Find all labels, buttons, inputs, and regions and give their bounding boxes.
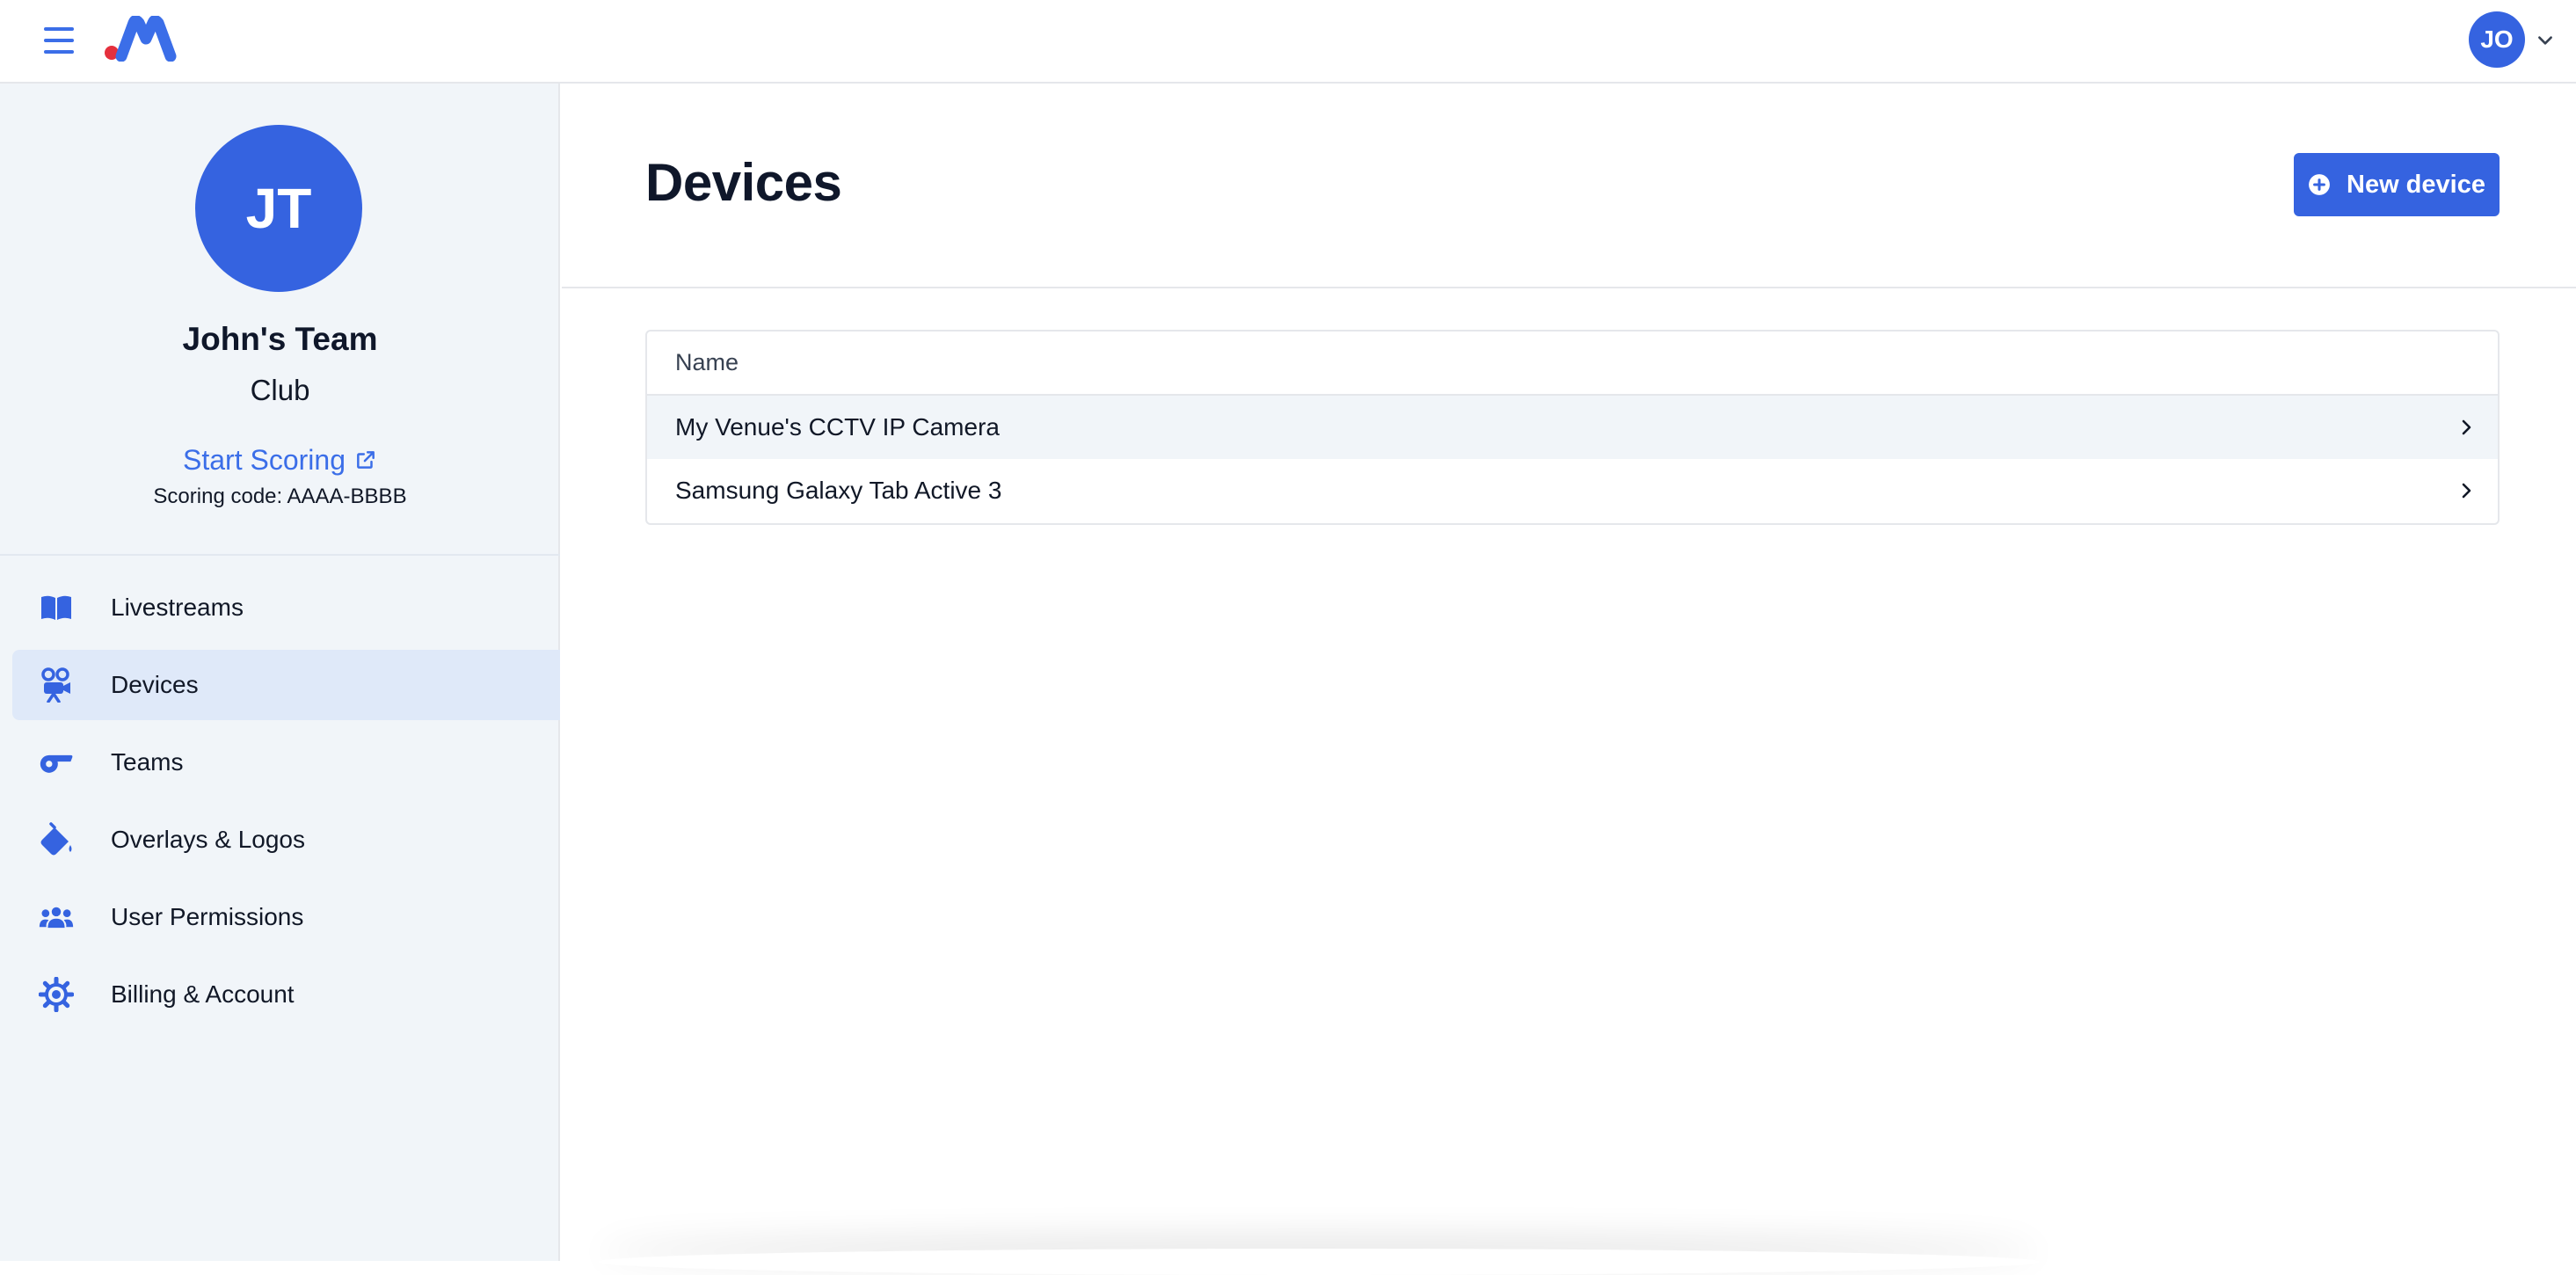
sidebar-item-label: Livestreams bbox=[111, 594, 244, 621]
device-name: My Venue's CCTV IP Camera bbox=[675, 413, 1000, 441]
sidebar: JT John's Team Club Start Scoring Scorin… bbox=[0, 84, 560, 1261]
sidebar-item-label: User Permissions bbox=[111, 903, 304, 930]
external-link-icon bbox=[357, 451, 375, 469]
plus-circle-icon bbox=[2309, 174, 2330, 195]
chevron-right-icon bbox=[2462, 483, 2471, 499]
sidebar-nav: Livestreams Devices Teams Overlays & Log… bbox=[12, 572, 560, 1037]
sidebar-item-billing-account[interactable]: Billing & Account bbox=[12, 959, 560, 1030]
chevron-right-icon bbox=[2462, 419, 2471, 435]
scoring-code: Scoring code: AAAA-BBBB bbox=[153, 484, 407, 508]
main-content: Devices New device Name My Venue's CCTV … bbox=[562, 84, 2576, 1261]
team-type: Club bbox=[250, 374, 310, 406]
device-name: Samsung Galaxy Tab Active 3 bbox=[675, 477, 1002, 504]
sidebar-item-user-permissions[interactable]: User Permissions bbox=[12, 882, 560, 952]
page-title: Devices bbox=[645, 153, 842, 212]
table-row[interactable]: Samsung Galaxy Tab Active 3 bbox=[647, 459, 2498, 522]
sidebar-item-teams[interactable]: Teams bbox=[12, 727, 560, 798]
sidebar-item-label: Overlays & Logos bbox=[111, 826, 305, 853]
sidebar-item-label: Billing & Account bbox=[111, 980, 295, 1008]
team-avatar: JT bbox=[195, 125, 362, 292]
chevron-down-icon[interactable] bbox=[2536, 31, 2555, 50]
user-avatar[interactable]: JO bbox=[2469, 11, 2525, 68]
whistle-icon bbox=[39, 745, 74, 780]
gear-icon bbox=[39, 977, 74, 1012]
devices-table: Name My Venue's CCTV IP Camera Samsung G… bbox=[645, 330, 2500, 525]
new-device-button[interactable]: New device bbox=[2294, 153, 2500, 216]
column-header-name: Name bbox=[647, 332, 2498, 396]
paint-bucket-icon bbox=[39, 822, 74, 857]
book-open-icon bbox=[39, 590, 74, 625]
table-row[interactable]: My Venue's CCTV IP Camera bbox=[647, 396, 2498, 459]
bottom-shadow bbox=[598, 1249, 2040, 1275]
team-name: John's Team bbox=[182, 321, 378, 357]
top-bar: JO bbox=[0, 0, 2576, 84]
sidebar-item-label: Devices bbox=[111, 671, 199, 698]
sidebar-item-devices[interactable]: Devices bbox=[12, 650, 560, 720]
header-divider bbox=[562, 287, 2576, 288]
sidebar-divider bbox=[0, 554, 560, 556]
start-scoring-label: Start Scoring bbox=[183, 444, 346, 476]
users-icon bbox=[39, 900, 74, 935]
video-camera-icon bbox=[39, 667, 74, 703]
sidebar-item-livestreams[interactable]: Livestreams bbox=[12, 572, 560, 643]
start-scoring-link[interactable]: Start Scoring bbox=[0, 444, 560, 477]
sidebar-item-label: Teams bbox=[111, 748, 184, 776]
new-device-label: New device bbox=[2347, 170, 2485, 199]
sidebar-item-overlays-logos[interactable]: Overlays & Logos bbox=[12, 805, 560, 875]
user-menu[interactable]: JO bbox=[2469, 11, 2557, 69]
hamburger-menu-icon[interactable] bbox=[39, 21, 83, 62]
app-logo[interactable] bbox=[104, 16, 178, 62]
